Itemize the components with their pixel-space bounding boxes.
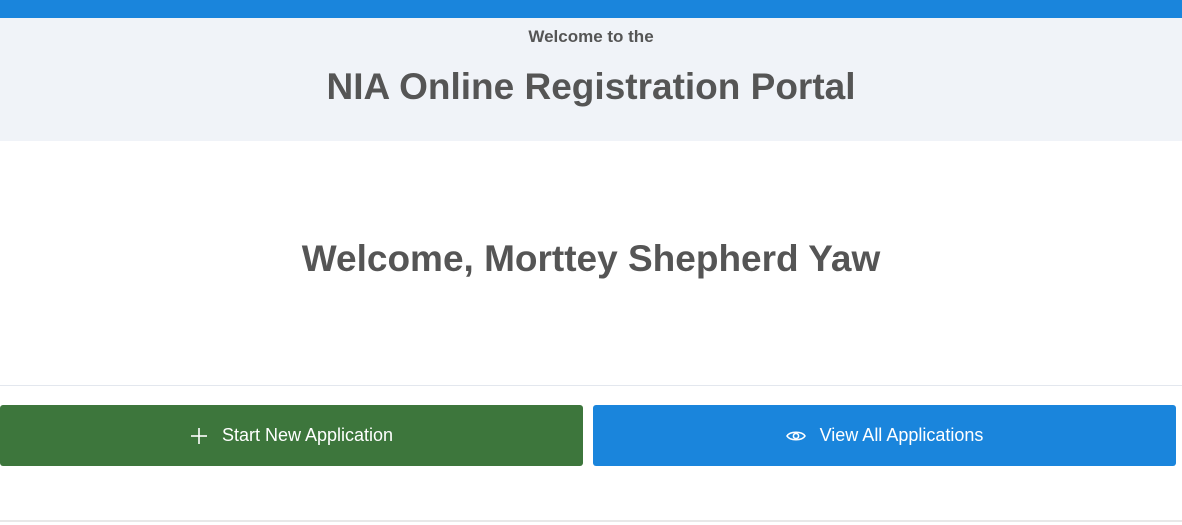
- start-new-application-label: Start New Application: [221, 425, 394, 445]
- footer-divider: [0, 520, 1182, 522]
- hero-banner: Welcome to the NIA Online Registration P…: [0, 18, 1182, 141]
- hero-subtitle: Welcome to the: [528, 27, 654, 46]
- view-all-applications-label: View All Applications: [819, 425, 984, 445]
- view-all-applications-button[interactable]: View All Applications: [593, 405, 1176, 466]
- eye-icon: [785, 429, 806, 443]
- top-nav-bar: [0, 0, 1182, 18]
- plus-icon: [190, 427, 208, 445]
- section-divider: [0, 385, 1182, 386]
- page-title: NIA Online Registration Portal: [326, 66, 856, 107]
- welcome-message: Welcome, Morttey Shepherd Yaw: [301, 238, 881, 279]
- start-new-application-button[interactable]: Start New Application: [0, 405, 583, 466]
